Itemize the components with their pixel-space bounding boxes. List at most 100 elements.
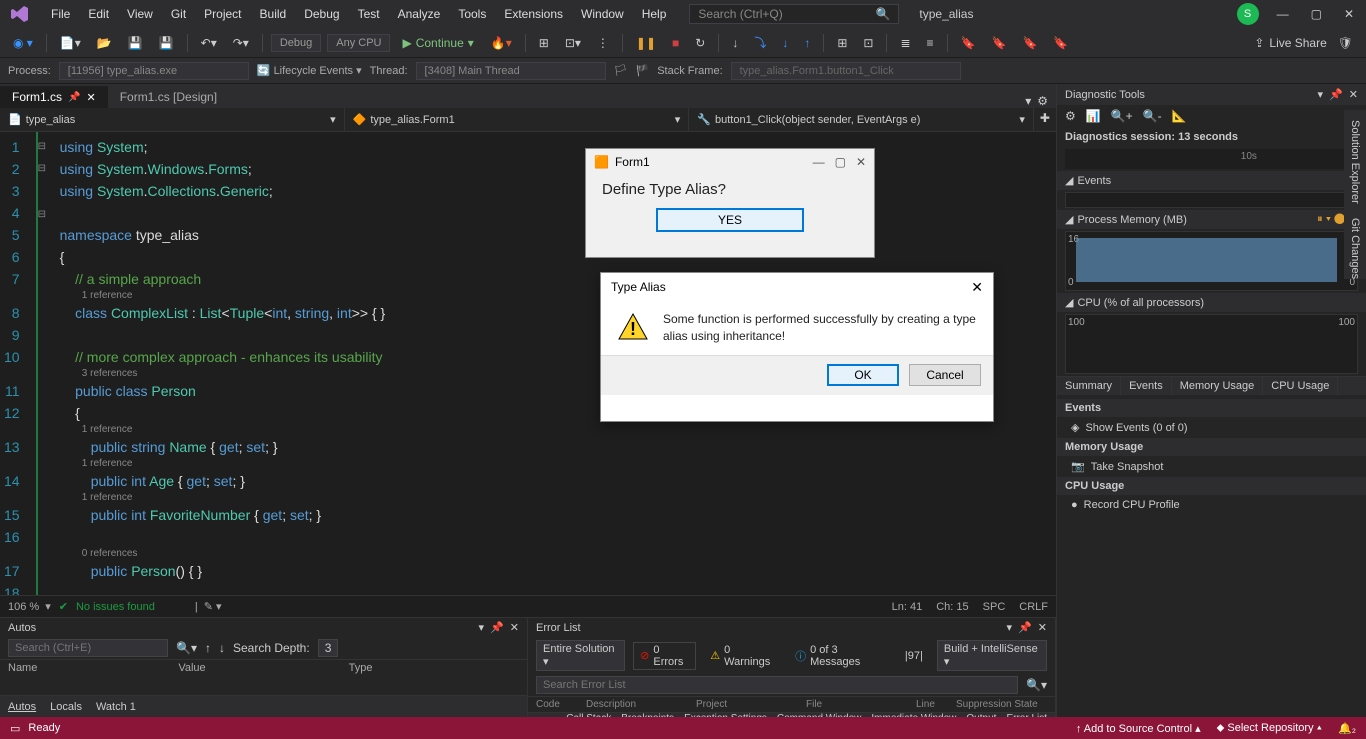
tab-form1-design[interactable]: Form1.cs [Design] [108, 86, 229, 108]
menu-git[interactable]: Git [162, 3, 195, 25]
config-dropdown[interactable]: Debug [271, 34, 321, 52]
back-button[interactable]: ◉ ▾ [8, 34, 38, 52]
redo-button[interactable]: ↷▾ [228, 34, 254, 52]
avatar[interactable]: S [1237, 3, 1259, 25]
step-out-icon[interactable]: ↑ [799, 34, 815, 52]
vtab-git-changes[interactable]: Git Changes [1349, 218, 1361, 279]
tab-form1cs[interactable]: Form1.cs 📌 ✕ [0, 86, 108, 108]
ok-button[interactable]: OK [827, 364, 899, 386]
close-icon[interactable]: ✕ [86, 91, 95, 104]
flag-icon[interactable]: 🏴 [636, 64, 650, 77]
hot-reload-icon[interactable]: 🔥▾ [486, 34, 517, 52]
col-line[interactable]: Line [916, 699, 956, 710]
saveall-button[interactable]: 💾 [154, 34, 179, 52]
tab-autos[interactable]: Autos [8, 701, 36, 713]
close-icon[interactable]: ✕ [1349, 88, 1358, 101]
menu-tools[interactable]: Tools [449, 3, 495, 25]
errors-filter[interactable]: ⊘0 Errors [633, 642, 696, 670]
pencil-icon[interactable]: ✎ ▾ [204, 600, 222, 613]
select-repo[interactable]: ⬥ Select Repository ▴ [1217, 722, 1322, 735]
pin-icon[interactable]: 📌 [68, 92, 80, 103]
pin-icon[interactable]: 📌 [1018, 621, 1032, 634]
maximize-icon[interactable]: ▢ [835, 155, 846, 169]
zoom-icon[interactable]: ▾ [45, 600, 51, 613]
close-icon[interactable]: ✕ [856, 155, 866, 169]
fold-column[interactable]: ⊟ ⊟ ⊟ [36, 132, 52, 595]
pin-icon[interactable]: 📌 [490, 621, 504, 634]
nav-up-icon[interactable]: ↑ [205, 641, 211, 655]
cpu-chart[interactable]: 100 100 [1065, 314, 1358, 374]
close-icon[interactable]: ✕ [971, 279, 983, 296]
stackframe-dropdown[interactable]: type_alias.Form1.button1_Click [731, 62, 961, 80]
show-events-link[interactable]: ◈Show Events (0 of 0) [1057, 417, 1366, 438]
maximize-icon[interactable]: ▢ [1307, 7, 1326, 21]
vtab-solution-explorer[interactable]: Solution Explorer [1349, 120, 1361, 204]
errorlist-search[interactable] [536, 676, 1018, 694]
minimize-icon[interactable]: — [813, 155, 825, 169]
diag-tab-summary[interactable]: Summary [1057, 377, 1121, 395]
bell-icon[interactable]: 🔔₂ [1338, 722, 1356, 735]
tool-icon[interactable]: ⊡▾ [560, 34, 586, 52]
scope-dropdown[interactable]: Entire Solution ▾ [536, 640, 625, 671]
pin-icon[interactable]: 📌 [1329, 88, 1343, 101]
bookmark-icon[interactable]: 🔖 [987, 34, 1012, 52]
gear-icon[interactable]: ⚙ [1037, 94, 1048, 108]
indent-mode[interactable]: SPC [983, 601, 1006, 613]
events-header[interactable]: ◢ Events [1057, 171, 1366, 190]
depth-dropdown[interactable]: 3 [318, 639, 339, 657]
liveshare-button[interactable]: ⇪ Live Share [1254, 36, 1326, 50]
diag-tab-cpu[interactable]: CPU Usage [1263, 377, 1338, 395]
process-dropdown[interactable]: [11956] type_alias.exe [59, 62, 249, 80]
col-name[interactable]: Name [8, 662, 178, 674]
step-into-icon[interactable]: ↓ [777, 34, 793, 52]
global-search[interactable]: Search (Ctrl+Q) 🔍 [689, 4, 899, 24]
take-snapshot-link[interactable]: 📷Take Snapshot [1057, 456, 1366, 477]
col-value[interactable]: Value [178, 662, 348, 674]
menu-view[interactable]: View [118, 3, 162, 25]
msgbox-titlebar[interactable]: Type Alias ✕ [601, 273, 993, 301]
bookmark-icon[interactable]: 🔖 [1048, 34, 1073, 52]
cpu-header[interactable]: ◢ CPU (% of all processors) [1057, 293, 1366, 312]
menu-help[interactable]: Help [633, 3, 676, 25]
memory-header[interactable]: ◢ Process Memory (MB) ⏸ ▾ ⬤ ▶ [1057, 210, 1366, 229]
health-icon[interactable]: ✔ [59, 600, 68, 613]
chevron-down-icon[interactable]: ▾ [1007, 621, 1013, 634]
platform-dropdown[interactable]: Any CPU [327, 34, 390, 52]
autos-search[interactable] [8, 639, 168, 657]
close-icon[interactable]: ✕ [1038, 621, 1047, 634]
issues-status[interactable]: No issues found [76, 601, 155, 613]
zoom-in-icon[interactable]: 🔍+ [1111, 109, 1133, 123]
save-button[interactable]: 💾 [123, 34, 148, 52]
stop-button[interactable]: ■ [667, 34, 684, 52]
diag-tab-memory[interactable]: Memory Usage [1172, 377, 1264, 395]
cancel-button[interactable]: Cancel [909, 364, 981, 386]
build-filter-dropdown[interactable]: Build + IntelliSense ▾ [937, 640, 1047, 671]
form1-titlebar[interactable]: 🟧 Form1 — ▢ ✕ [586, 149, 874, 175]
zoom-out-icon[interactable]: 🔍- [1143, 109, 1162, 123]
step-icon[interactable]: ↓ [727, 34, 743, 52]
timeline-ruler[interactable]: 10s [1065, 149, 1358, 169]
chevron-down-icon[interactable]: ▾ [1318, 88, 1324, 101]
col-code[interactable]: Code [536, 699, 586, 710]
menu-edit[interactable]: Edit [79, 3, 118, 25]
search-icon[interactable]: 🔍▾ [176, 641, 197, 655]
tool-icon[interactable]: ≡ [922, 34, 939, 52]
tool-icon[interactable]: ⊞ [832, 34, 852, 52]
menu-debug[interactable]: Debug [295, 3, 348, 25]
gear-icon[interactable]: ⚙ [1065, 109, 1076, 123]
menu-project[interactable]: Project [195, 3, 250, 25]
warnings-filter[interactable]: ⚠0 Warnings [704, 643, 781, 669]
menu-file[interactable]: File [42, 3, 79, 25]
tool-icon[interactable]: ⊡ [858, 34, 878, 52]
chevron-down-icon[interactable]: ▾ [479, 621, 485, 634]
flag-icon[interactable]: 🏳 [614, 64, 628, 77]
step-over-icon[interactable]: ⤵ [749, 32, 771, 53]
bookmark-icon[interactable]: 🔖 [1017, 34, 1042, 52]
lifecycle-icon[interactable]: 🔄 Lifecycle Events ▾ [257, 64, 362, 77]
messages-filter[interactable]: ⓘ0 of 3 Messages [789, 643, 891, 669]
col-type[interactable]: Type [349, 662, 519, 674]
nav-down-icon[interactable]: ↓ [219, 641, 225, 655]
menu-analyze[interactable]: Analyze [389, 3, 450, 25]
close-icon[interactable]: ✕ [1340, 7, 1358, 21]
restart-button[interactable]: ↻ [690, 34, 710, 52]
